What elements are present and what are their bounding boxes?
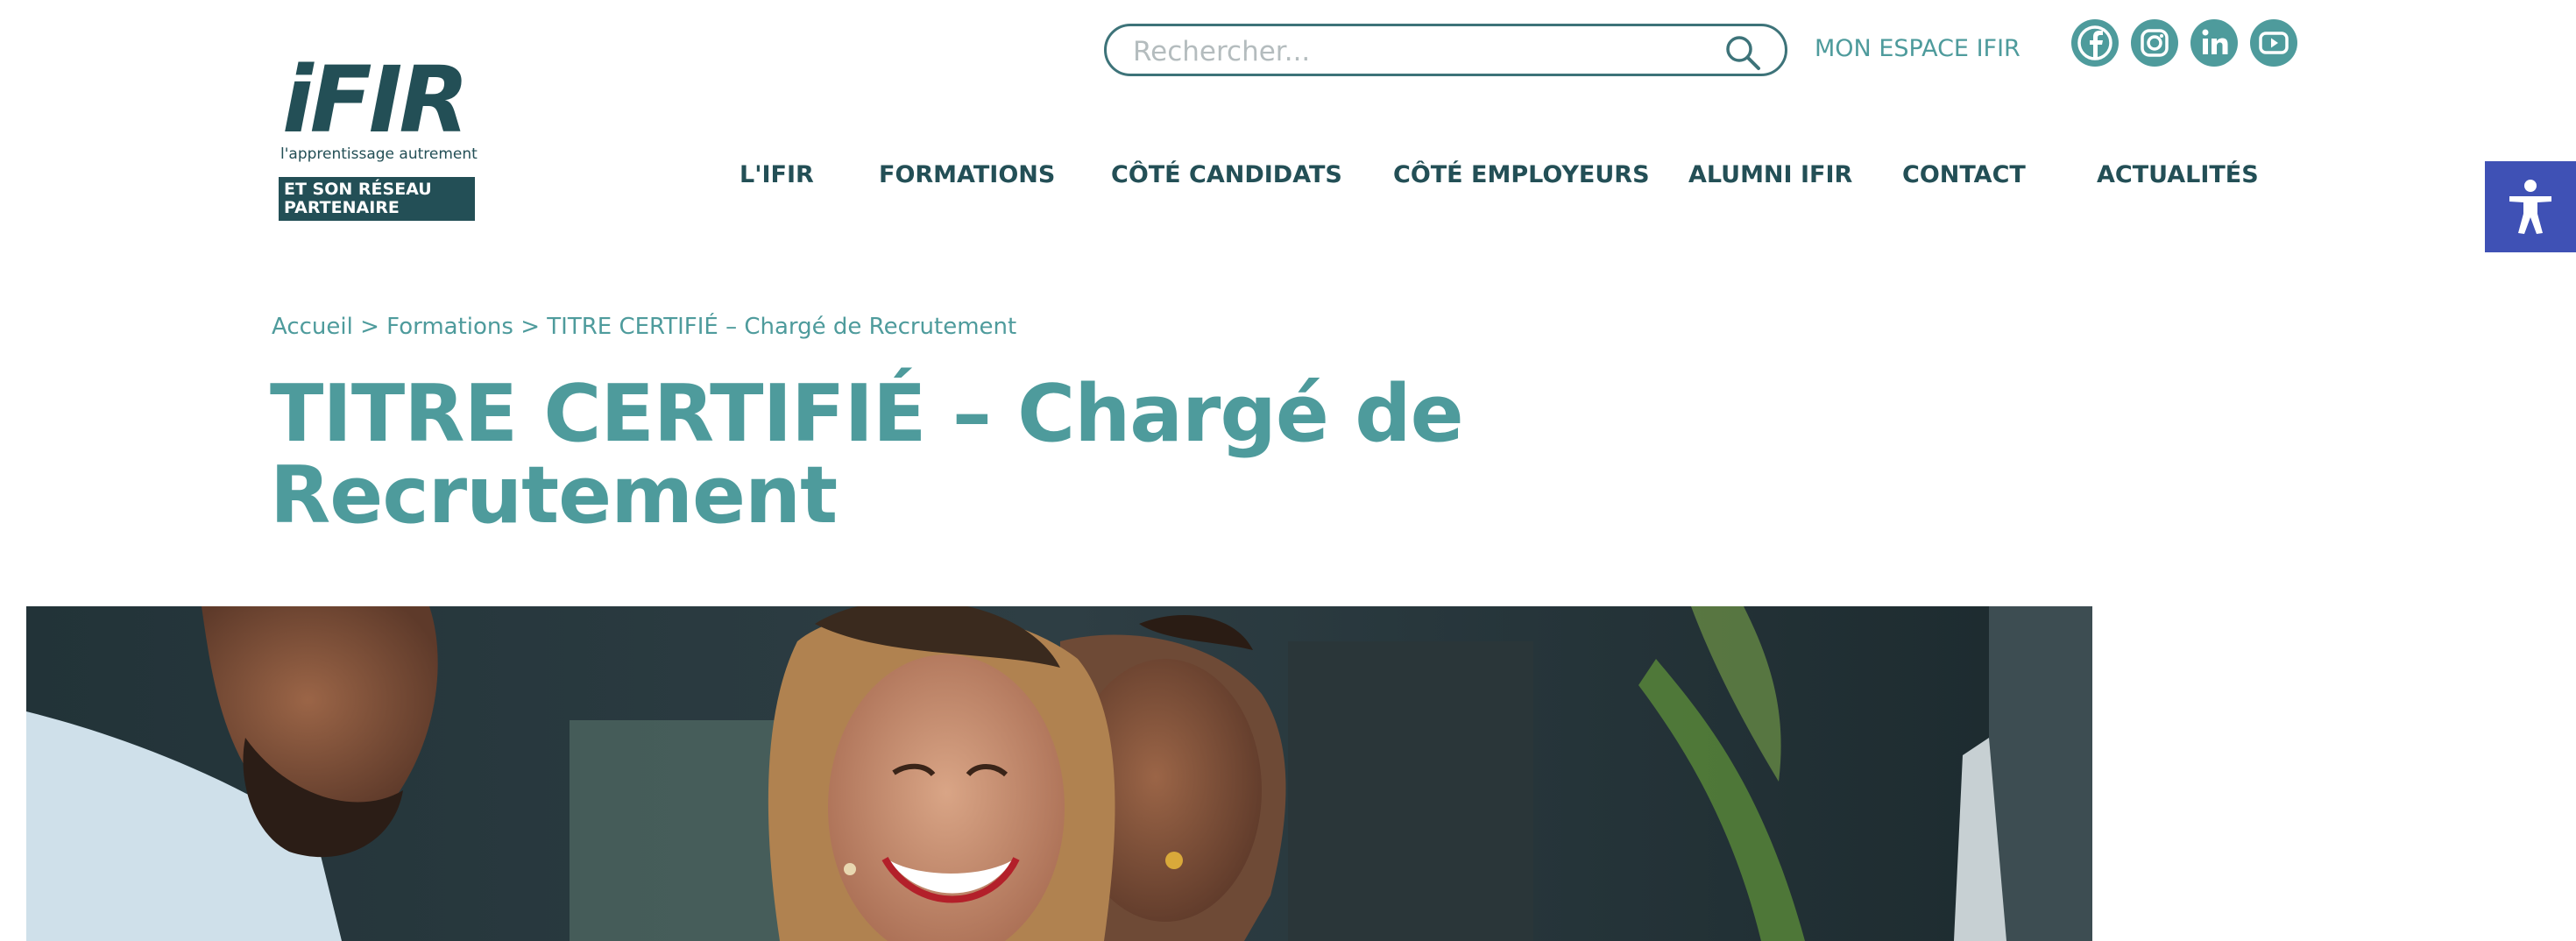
accessibility-button[interactable] — [2485, 161, 2576, 252]
nav-item-alumni-ifir[interactable]: ALUMNI IFIR — [1688, 161, 1852, 188]
breadcrumb-home[interactable]: Accueil — [272, 314, 353, 340]
mon-espace-ifir-link[interactable]: MON ESPACE IFIR — [1815, 35, 2020, 62]
facebook-icon[interactable] — [2071, 19, 2119, 67]
ifir-logo[interactable]: iFIR l'apprentissage autrement ET SON RÉ… — [279, 54, 478, 223]
logo-badge: ET SON RÉSEAU PARTENAIRE — [279, 177, 475, 221]
nav-item-formations[interactable]: FORMATIONS — [879, 161, 1055, 188]
accessibility-icon — [2509, 180, 2551, 234]
page-title-line1: TITRE CERTIFIÉ – Chargé de — [270, 368, 1464, 460]
youtube-icon[interactable] — [2250, 19, 2297, 67]
nav-item-lifir[interactable]: L'IFIR — [740, 161, 814, 188]
search-box — [1104, 24, 1787, 76]
search-icon[interactable] — [1723, 33, 1762, 72]
logo-wordmark: iFIR — [282, 46, 469, 153]
instagram-icon[interactable] — [2131, 19, 2178, 67]
nav-item-contact[interactable]: CONTACT — [1902, 161, 2026, 188]
hero-image — [26, 606, 2092, 941]
logo-tagline: l'apprentissage autrement — [280, 145, 478, 163]
nav-item-actualites[interactable]: ACTUALITÉS — [2097, 161, 2259, 188]
linkedin-icon[interactable] — [2190, 19, 2238, 67]
breadcrumb-current: TITRE CERTIFIÉ – Chargé de Recrutement — [547, 314, 1017, 340]
breadcrumb-formations[interactable]: Formations — [386, 314, 513, 340]
breadcrumb: Accueil > Formations > TITRE CERTIFIÉ – … — [272, 314, 1016, 340]
nav-item-cote-employeurs[interactable]: CÔTÉ EMPLOYEURS — [1393, 161, 1650, 188]
nav-item-cote-candidats[interactable]: CÔTÉ CANDIDATS — [1111, 161, 1342, 188]
logo-badge-line2: PARTENAIRE — [284, 198, 400, 217]
page-title-line2: Recrutement — [270, 449, 838, 541]
breadcrumb-separator: > — [360, 314, 379, 340]
search-input[interactable] — [1131, 33, 1695, 70]
logo-badge-line1: ET SON RÉSEAU — [284, 180, 432, 199]
page-title: TITRE CERTIFIÉ – Chargé de Recrutement — [270, 373, 1497, 536]
breadcrumb-separator: > — [520, 314, 541, 340]
